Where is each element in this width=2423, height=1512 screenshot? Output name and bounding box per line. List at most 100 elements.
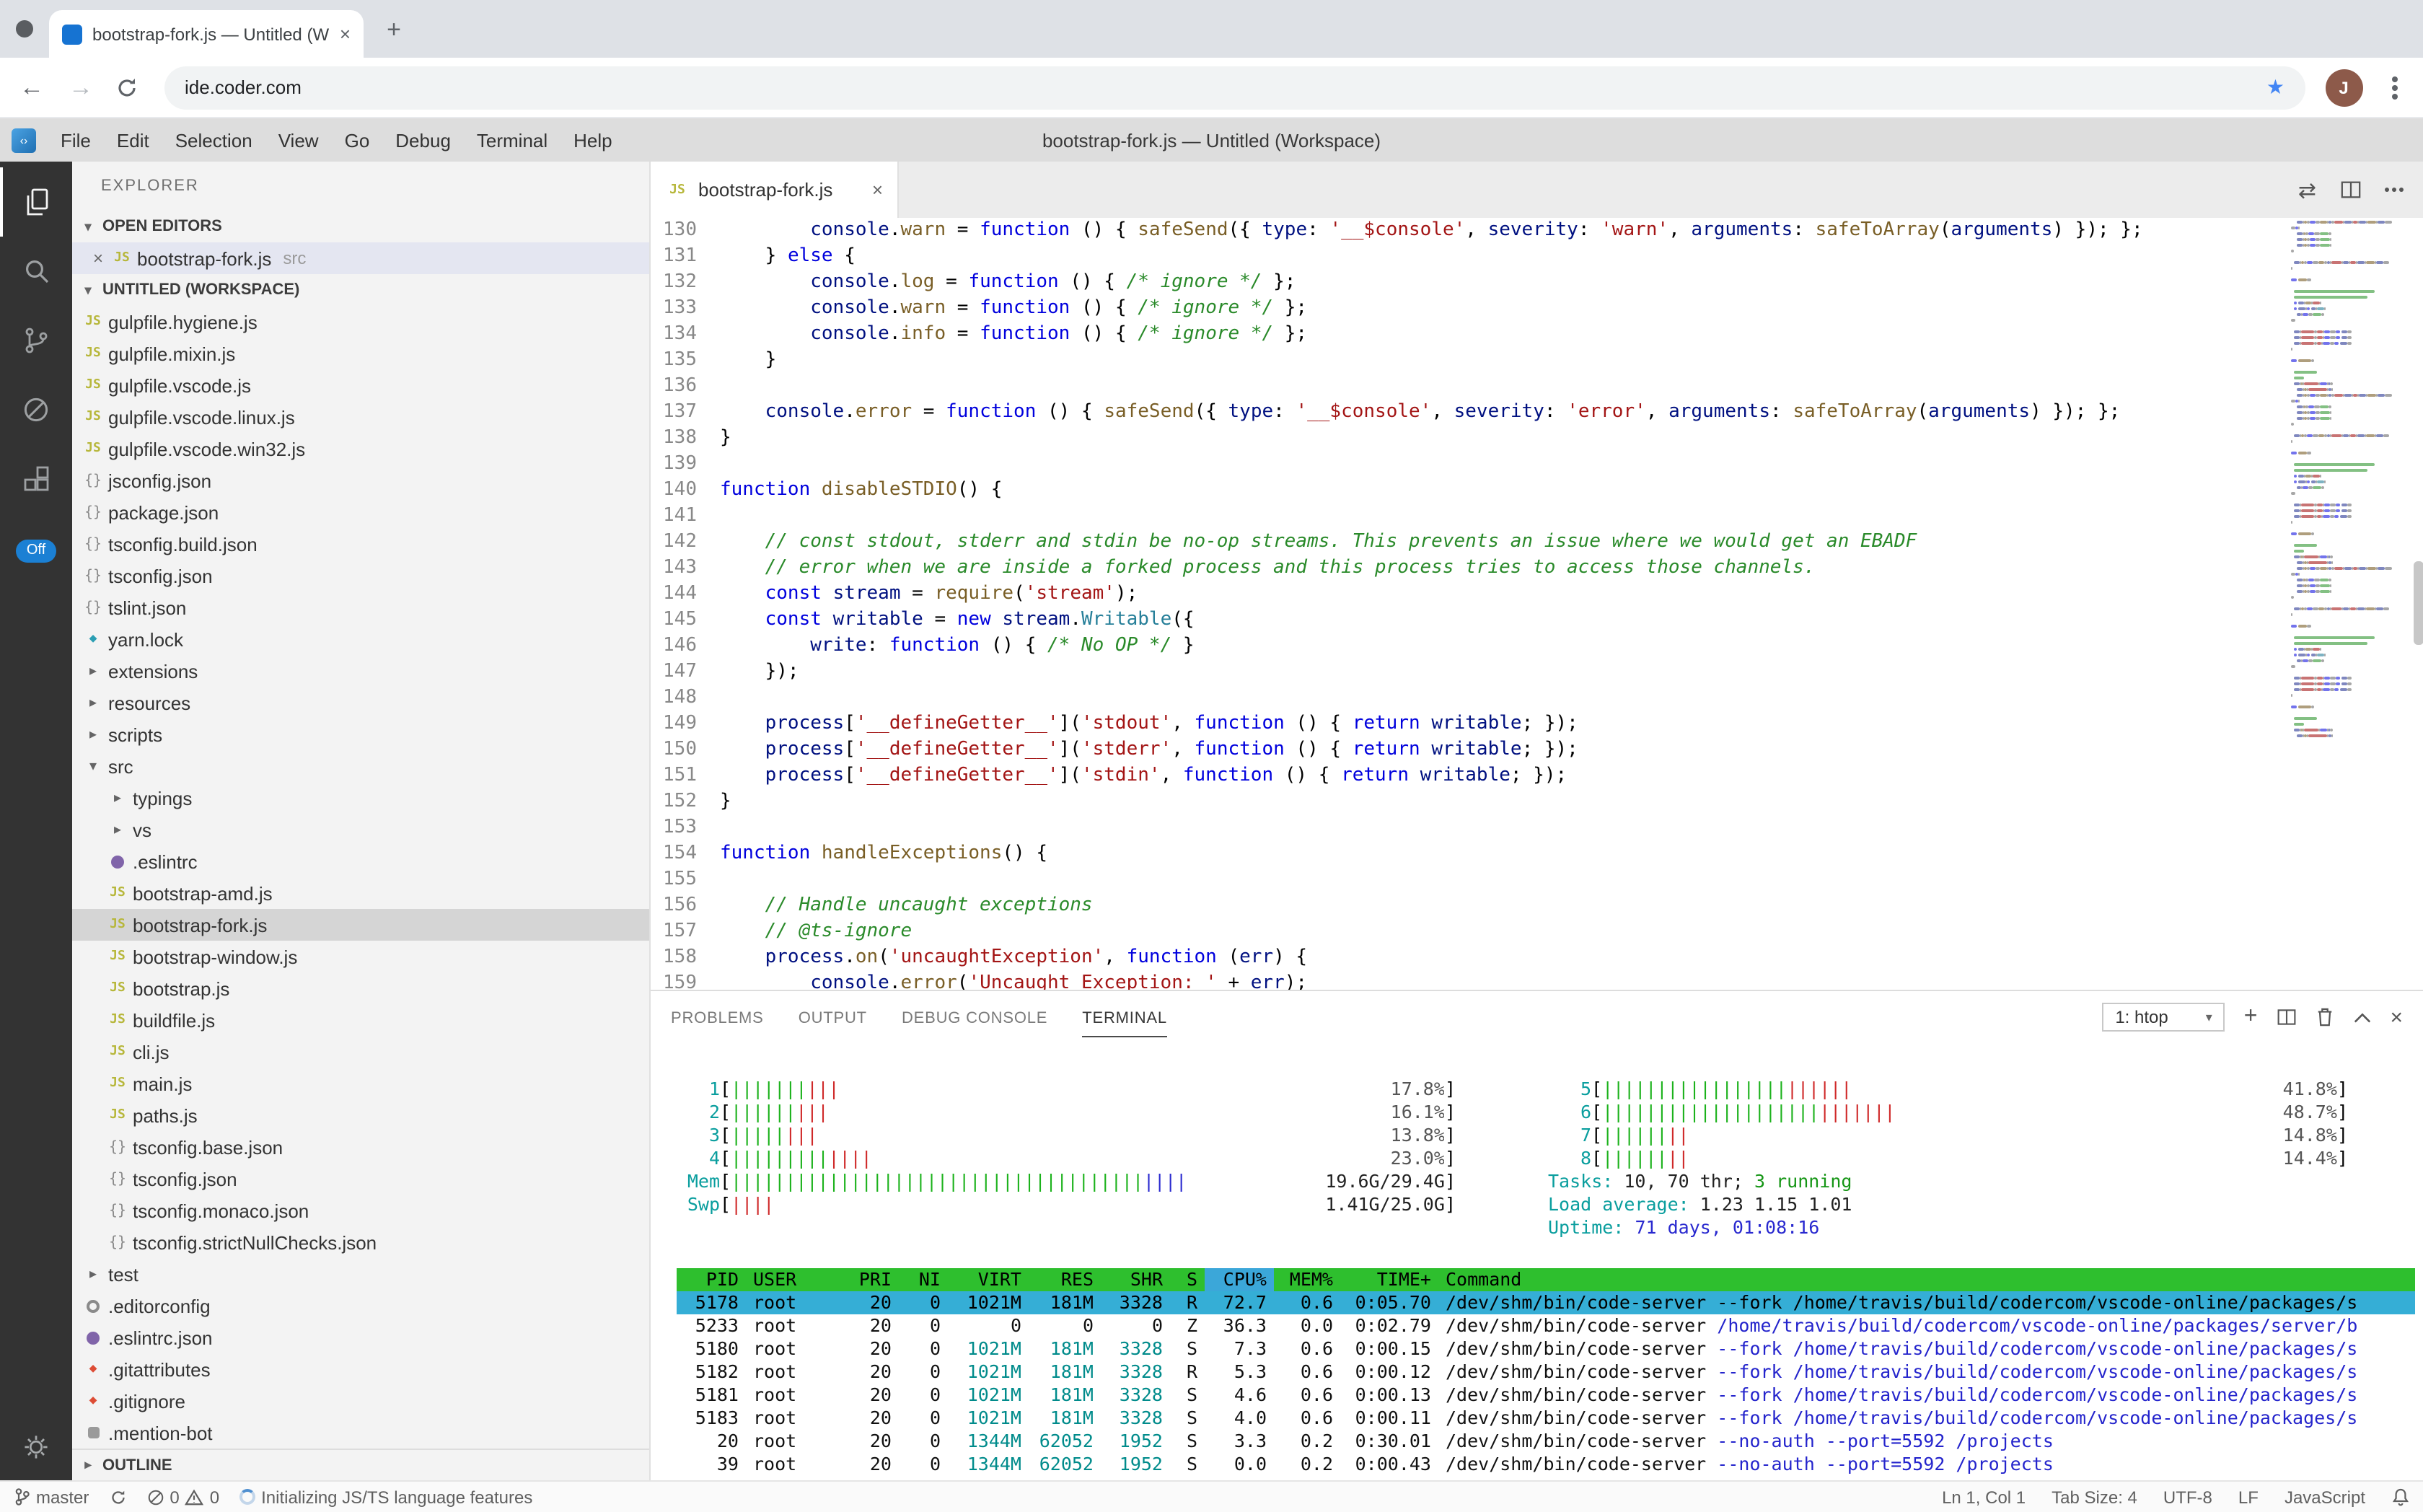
tree-item-gulpfile.vscode.js[interactable]: JSgulpfile.vscode.js: [72, 369, 649, 401]
column-header-time[interactable]: TIME+: [1340, 1268, 1438, 1291]
workspace-header[interactable]: ▾ UNTITLED (WORKSPACE): [72, 274, 649, 306]
menu-help[interactable]: Help: [560, 129, 625, 151]
tree-item-.editorconfig[interactable]: .editorconfig: [72, 1290, 649, 1322]
url-text[interactable]: ide.coder.com: [185, 76, 2255, 98]
menu-debug[interactable]: Debug: [382, 129, 464, 151]
close-panel-button[interactable]: ×: [2390, 1005, 2403, 1029]
panel-tab-output[interactable]: OUTPUT: [799, 998, 867, 1036]
tree-item-package.json[interactable]: {}package.json: [72, 496, 649, 528]
forward-button[interactable]: →: [66, 73, 95, 102]
activity-debug-button[interactable]: [0, 375, 72, 444]
process-row-5182[interactable]: 5182root2001021M181M3328R5.30.60:00.12/d…: [677, 1361, 2414, 1384]
tree-item-vs[interactable]: ▸vs: [72, 814, 649, 845]
sync-button[interactable]: [109, 1488, 126, 1506]
column-header-ni[interactable]: NI: [899, 1268, 948, 1291]
more-actions-button[interactable]: [2391, 188, 2396, 192]
activity-explorer-button[interactable]: [0, 167, 72, 237]
tree-item-main.js[interactable]: JSmain.js: [72, 1068, 649, 1099]
tree-item-cli.js[interactable]: JScli.js: [72, 1036, 649, 1068]
tree-item-scripts[interactable]: ▸scripts: [72, 718, 649, 750]
activity-extensions-button[interactable]: [0, 444, 72, 514]
tab-close-icon[interactable]: ×: [872, 179, 883, 201]
minimap[interactable]: [2290, 221, 2409, 990]
browser-menu-icon[interactable]: [2391, 84, 2397, 90]
open-editors-header[interactable]: ▾ OPEN EDITORS: [72, 211, 649, 242]
tree-item-tsconfig.base.json[interactable]: {}tsconfig.base.json: [72, 1131, 649, 1163]
settings-gear-button[interactable]: [20, 1431, 52, 1463]
activity-search-button[interactable]: [0, 237, 72, 306]
process-row-20[interactable]: 20root2001344M620521952S3.30.20:30.01/de…: [677, 1430, 2414, 1453]
editor-scrollbar[interactable]: [2413, 561, 2423, 645]
tree-item-gulpfile.vscode.linux.js[interactable]: JSgulpfile.vscode.linux.js: [72, 401, 649, 433]
split-editor-button[interactable]: [2339, 179, 2361, 201]
branch-button[interactable]: master: [14, 1487, 89, 1507]
tree-item-tsconfig.build.json[interactable]: {}tsconfig.build.json: [72, 528, 649, 560]
menu-go[interactable]: Go: [332, 129, 383, 151]
tree-item-yarn.lock[interactable]: ◆yarn.lock: [72, 623, 649, 655]
tree-item-typings[interactable]: ▸typings: [72, 782, 649, 814]
tree-item-.mention-bot[interactable]: .mention-bot: [72, 1417, 649, 1449]
tree-item-bootstrap-window.js[interactable]: JSbootstrap-window.js: [72, 941, 649, 972]
close-icon[interactable]: ×: [87, 248, 110, 268]
tab-close-icon[interactable]: ×: [340, 23, 351, 45]
tree-item-bootstrap-amd.js[interactable]: JSbootstrap-amd.js: [72, 877, 649, 909]
tree-item-.eslintrc.json[interactable]: .eslintrc.json: [72, 1322, 649, 1353]
open-editor-item[interactable]: × JS bootstrap-fork.js src: [72, 242, 649, 274]
tree-item-.eslintrc[interactable]: .eslintrc: [72, 845, 649, 877]
panel-tab-terminal[interactable]: TERMINAL: [1082, 998, 1167, 1037]
column-header-command[interactable]: Command: [1438, 1268, 2414, 1291]
maximize-panel-button[interactable]: [2352, 1011, 2371, 1024]
notifications-bell-button[interactable]: [2391, 1487, 2409, 1506]
terminal-picker[interactable]: 1: htop ▾: [2102, 1003, 2225, 1032]
column-header-pri[interactable]: PRI: [841, 1268, 899, 1291]
tree-item-.gitignore[interactable]: ◆.gitignore: [72, 1385, 649, 1417]
new-terminal-button[interactable]: +: [2244, 1004, 2258, 1030]
process-row-5181[interactable]: 5181root2001021M181M3328S4.60.60:00.13/d…: [677, 1384, 2414, 1407]
terminal[interactable]: 1[||||||||||17.8%]2[|||||||||16.1%]3[|||…: [651, 1043, 2423, 1480]
encoding-button[interactable]: UTF-8: [2163, 1487, 2212, 1507]
tree-item-tsconfig.strictNullChecks.json[interactable]: {}tsconfig.strictNullChecks.json: [72, 1226, 649, 1258]
tree-item-paths.js[interactable]: JSpaths.js: [72, 1099, 649, 1131]
bookmark-star-icon[interactable]: ★: [2266, 75, 2285, 100]
panel-tab-debug-console[interactable]: DEBUG CONSOLE: [902, 998, 1047, 1036]
process-row-39[interactable]: 39root2001344M620521952S0.00.20:00.43/de…: [677, 1453, 2414, 1476]
address-bar[interactable]: ide.coder.com ★: [164, 66, 2305, 109]
tree-item-bootstrap-fork.js[interactable]: JSbootstrap-fork.js: [72, 909, 649, 941]
profile-avatar[interactable]: J: [2325, 69, 2362, 106]
language-status[interactable]: Initializing JS/TS language features: [239, 1487, 532, 1507]
menu-selection[interactable]: Selection: [162, 129, 265, 151]
activity-scm-button[interactable]: [0, 306, 72, 375]
cursor-position-button[interactable]: Ln 1, Col 1: [1942, 1487, 2026, 1507]
window-control-icon[interactable]: [16, 20, 33, 38]
panel-tab-problems[interactable]: PROBLEMS: [671, 998, 764, 1036]
column-header-virt[interactable]: VIRT: [948, 1268, 1029, 1291]
tree-item-.gitattributes[interactable]: ◆.gitattributes: [72, 1353, 649, 1385]
menu-view[interactable]: View: [265, 129, 332, 151]
process-row-5183[interactable]: 5183root2001021M181M3328S4.00.60:00.11/d…: [677, 1407, 2414, 1430]
tree-item-src[interactable]: ▾src: [72, 750, 649, 782]
column-header-res[interactable]: RES: [1029, 1268, 1101, 1291]
reload-button[interactable]: [115, 76, 144, 99]
code-editor[interactable]: 130 console.warn = function () { safeSen…: [651, 218, 2423, 990]
tree-item-gulpfile.hygiene.js[interactable]: JSgulpfile.hygiene.js: [72, 306, 649, 338]
tree-item-extensions[interactable]: ▸extensions: [72, 655, 649, 687]
column-header-mempct[interactable]: MEM%: [1274, 1268, 1340, 1291]
column-header-s[interactable]: S: [1170, 1268, 1205, 1291]
coder-logo-icon[interactable]: ‹›: [12, 128, 36, 152]
process-row-5233[interactable]: 5233root200000Z36.30.00:02.79/dev/shm/bi…: [677, 1314, 2414, 1337]
browser-tab[interactable]: bootstrap-fork.js — Untitled (W ×: [49, 10, 364, 58]
tree-item-tsconfig.monaco.json[interactable]: {}tsconfig.monaco.json: [72, 1195, 649, 1226]
tree-item-tsconfig.json[interactable]: {}tsconfig.json: [72, 560, 649, 592]
tree-item-test[interactable]: ▸test: [72, 1258, 649, 1290]
problems-button[interactable]: 0 0: [146, 1487, 219, 1507]
column-header-pid[interactable]: PID: [677, 1268, 746, 1291]
tree-item-jsconfig.json[interactable]: {}jsconfig.json: [72, 465, 649, 496]
process-row-5180[interactable]: 5180root2001021M181M3328S7.30.60:00.15/d…: [677, 1337, 2414, 1361]
tree-item-buildfile.js[interactable]: JSbuildfile.js: [72, 1004, 649, 1036]
switch-editors-icon[interactable]: ⇄: [2298, 177, 2316, 203]
process-row-5178[interactable]: 5178root2001021M181M3328R72.70.60:05.70/…: [677, 1291, 2414, 1314]
editor-tab[interactable]: JS bootstrap-fork.js ×: [651, 162, 899, 218]
menu-terminal[interactable]: Terminal: [464, 129, 560, 151]
new-tab-button[interactable]: +: [375, 12, 413, 49]
column-header-cpupct[interactable]: CPU%: [1205, 1268, 1274, 1291]
